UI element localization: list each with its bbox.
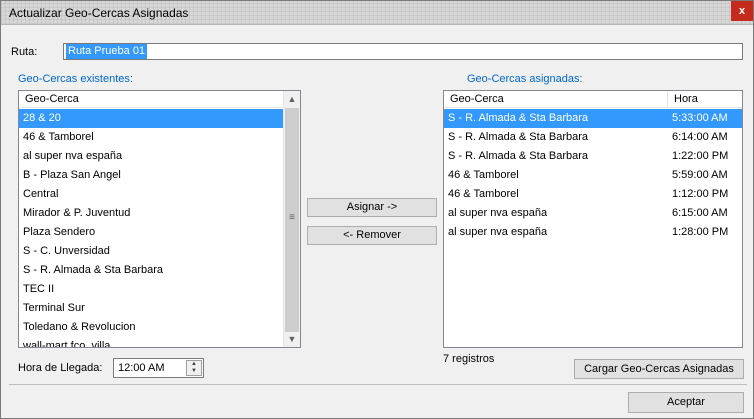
existing-list-title: Geo-Cercas existentes: [18,73,133,85]
accept-button[interactable]: Aceptar [628,392,744,413]
assigned-column-geocerca[interactable]: Geo-Cerca [444,91,668,108]
arrival-time-value: 12:00 AM [118,362,165,374]
assigned-row-geocerca: S - R. Almada & Sta Barbara [448,112,589,124]
assigned-column-hora[interactable]: Hora [668,91,742,108]
assign-button[interactable]: Asignar -> [307,198,437,217]
existing-item-label: Terminal Sur [23,302,85,314]
bottom-separator [9,384,747,385]
assigned-list-row[interactable]: S - R. Almada & Sta Barbara 5:33:00 AM [444,109,742,128]
assigned-geofence-list[interactable]: Geo-Cerca Hora S - R. Almada & Sta Barba… [443,90,743,348]
assigned-row-geocerca: 46 & Tamborel [448,188,519,200]
route-input[interactable]: Ruta Prueba 01 [63,43,743,60]
assigned-row-hora: 6:14:00 AM [672,131,728,143]
existing-item-label: Toledano & Revolucion [23,321,136,333]
route-label: Ruta: [11,46,38,58]
route-value: Ruta Prueba 01 [66,44,148,59]
existing-item-label: S - R. Almada & Sta Barbara [23,264,164,276]
existing-list-item[interactable]: Plaza Sendero [19,223,284,242]
time-spinner[interactable]: ▲ ▼ [186,360,202,376]
assigned-list-row[interactable]: 46 & Tamborel 5:59:00 AM [444,166,742,185]
existing-list-item[interactable]: al super nva españa [19,147,284,166]
existing-list-item[interactable]: B - Plaza San Angel [19,166,284,185]
title-bar[interactable]: Actualizar Geo-Cercas Asignadas x [1,1,753,25]
assigned-list-row[interactable]: 46 & Tamborel 1:12:00 PM [444,185,742,204]
assigned-list-row[interactable]: al super nva españa 6:15:00 AM [444,204,742,223]
window-title: Actualizar Geo-Cercas Asignadas [9,6,189,20]
existing-list-item[interactable]: Central [19,185,284,204]
existing-item-label: 28 & 20 [23,112,61,124]
existing-list-header: Geo-Cerca [19,91,300,108]
assigned-row-hora: 5:33:00 AM [672,112,728,124]
existing-list-item[interactable]: S - C. Unversidad [19,242,284,261]
assigned-list-row[interactable]: S - R. Almada & Sta Barbara 6:14:00 AM [444,128,742,147]
existing-list-item[interactable]: S - R. Almada & Sta Barbara [19,261,284,280]
scroll-grip-icon: ≡ [289,212,295,223]
remove-button[interactable]: <- Remover [307,226,437,245]
existing-geofence-list[interactable]: Geo-Cerca 28 & 20 46 & Tamborel al super n… [18,90,301,348]
existing-item-label: Central [23,188,59,200]
assigned-row-geocerca: al super nva españa [448,207,548,219]
scroll-up-arrow-icon[interactable]: ▲ [284,91,300,108]
existing-item-label: wall-mart fco. villa [23,340,111,348]
existing-list-item[interactable]: wall-mart fco. villa [19,337,284,348]
dialog-window: Actualizar Geo-Cercas Asignadas x Ruta: … [0,0,754,419]
record-count: 7 registros [443,353,495,365]
assigned-list-row[interactable]: al super nva españa 1:28:00 PM [444,223,742,242]
arrival-time-picker[interactable]: 12:00 AM ▲ ▼ [113,358,204,378]
existing-item-label: B - Plaza San Angel [23,169,121,181]
assigned-row-geocerca: S - R. Almada & Sta Barbara [448,150,589,162]
assigned-row-hora: 1:12:00 PM [672,188,729,200]
existing-list-item[interactable]: Terminal Sur [19,299,284,318]
existing-column-geocerca[interactable]: Geo-Cerca [19,91,284,108]
existing-list-item[interactable]: Mirador & P. Juventud [19,204,284,223]
assigned-row-hora: 6:15:00 AM [672,207,728,219]
existing-item-label: Mirador & P. Juventud [23,207,131,219]
existing-list-item[interactable]: 46 & Tamborel [19,128,284,147]
existing-item-label: al super nva españa [23,150,123,162]
load-assigned-button[interactable]: Cargar Geo-Cercas Asignadas [574,359,744,379]
existing-item-label: 46 & Tamborel [23,131,94,143]
arrival-time-label: Hora de Llegada: [18,362,103,374]
assigned-row-hora: 1:28:00 PM [672,226,729,238]
spin-down-icon[interactable]: ▼ [187,368,201,375]
existing-item-label: S - C. Unversidad [23,245,110,257]
assigned-row-geocerca: al super nva españa [448,226,548,238]
scroll-thumb[interactable]: ≡ [285,108,299,332]
assigned-list-header: Geo-Cerca Hora [444,91,742,108]
scroll-down-arrow-icon[interactable]: ▼ [284,331,300,347]
assigned-row-geocerca: S - R. Almada & Sta Barbara [448,131,589,143]
assigned-row-geocerca: 46 & Tamborel [448,169,519,181]
existing-list-item[interactable]: TEC II [19,280,284,299]
assigned-list-title: Geo-Cercas asignadas: [467,73,583,85]
existing-list-item[interactable]: Toledano & Revolucion [19,318,284,337]
assigned-list-row[interactable]: S - R. Almada & Sta Barbara 1:22:00 PM [444,147,742,166]
close-button[interactable]: x [731,1,753,21]
assigned-row-hora: 1:22:00 PM [672,150,729,162]
existing-list-scrollbar[interactable]: ▲ ≡ ▼ [283,91,300,347]
assigned-row-hora: 5:59:00 AM [672,169,728,181]
existing-list-item[interactable]: 28 & 20 [19,109,284,128]
existing-item-label: TEC II [23,283,55,295]
existing-item-label: Plaza Sendero [23,226,96,238]
spin-up-icon[interactable]: ▲ [187,361,201,368]
